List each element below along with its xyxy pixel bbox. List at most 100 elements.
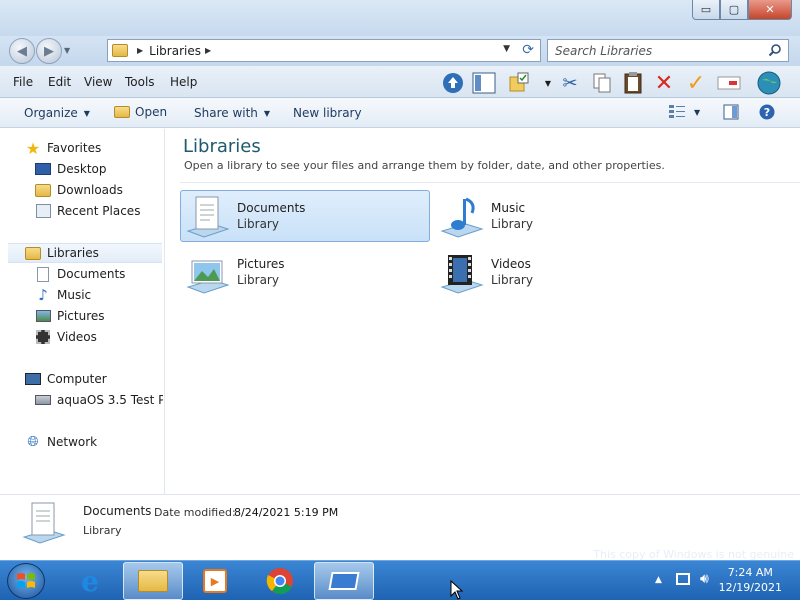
- sidebar-item-label: Documents: [57, 267, 126, 281]
- search-input[interactable]: Search Libraries: [547, 39, 789, 62]
- folder-options-dropdown-icon[interactable]: ▼: [536, 71, 560, 95]
- address-dropdown-icon[interactable]: ▼: [503, 44, 510, 54]
- open-button[interactable]: Open: [114, 105, 167, 119]
- sidebar-item-label: Videos: [57, 330, 97, 344]
- taskbar-internet-explorer[interactable]: e: [60, 562, 120, 600]
- rename-icon[interactable]: [717, 71, 741, 95]
- menu-help[interactable]: Help: [170, 75, 197, 89]
- sidebar-item-downloads[interactable]: Downloads: [35, 180, 123, 200]
- start-button[interactable]: [7, 563, 45, 599]
- drive-icon: [35, 392, 51, 408]
- computer-icon: [25, 371, 41, 387]
- sidebar-item-videos[interactable]: Videos: [35, 327, 97, 347]
- svg-text:?: ?: [764, 106, 770, 119]
- library-tile-music[interactable]: Music Library: [434, 190, 684, 242]
- library-type: Library: [237, 273, 279, 287]
- sidebar-item-label: Recent Places: [57, 204, 141, 218]
- show-hidden-icons[interactable]: ▲: [655, 575, 662, 585]
- new-library-label: New library: [293, 106, 362, 120]
- address-bar[interactable]: ▶ Libraries ▶ ▼ ⟳: [107, 39, 541, 62]
- sidebar-item-label: Computer: [47, 372, 107, 386]
- breadcrumb-libraries[interactable]: Libraries: [149, 44, 201, 58]
- menu-edit[interactable]: Edit: [48, 75, 71, 89]
- breadcrumb-chevron-icon[interactable]: ▶: [205, 46, 211, 55]
- search-placeholder: Search Libraries: [555, 43, 653, 58]
- properties-check-icon[interactable]: ✓: [684, 71, 708, 96]
- menu-file[interactable]: File: [13, 75, 33, 89]
- header-divider: [180, 182, 800, 183]
- downloads-folder-icon: [35, 182, 51, 198]
- media-player-icon: ▶: [203, 569, 227, 593]
- share-with-button[interactable]: Share with ▼: [194, 106, 270, 120]
- forward-arrow-icon: ▶: [44, 43, 54, 59]
- up-folder-icon[interactable]: [441, 71, 465, 95]
- minimize-button[interactable]: ▭: [692, 0, 720, 20]
- taskbar: e ▶ ▲ 🔊︎ 7:24 AM 12/19/2021: [0, 560, 800, 600]
- title-bar[interactable]: ▭ ▢ ✕: [0, 0, 800, 36]
- taskbar-remote-app[interactable]: [314, 562, 374, 600]
- library-name: Pictures: [237, 257, 285, 271]
- pictures-library-icon: [186, 260, 230, 294]
- recent-places-icon: [35, 203, 51, 219]
- sidebar-item-label: Network: [47, 435, 98, 449]
- open-folder-icon: [114, 106, 130, 118]
- copy-icon[interactable]: [590, 71, 614, 95]
- globe-icon[interactable]: [757, 71, 781, 95]
- sidebar-item-computer[interactable]: Computer: [25, 369, 107, 389]
- maximize-button[interactable]: ▢: [720, 0, 748, 20]
- window-controls: ▭ ▢ ✕: [692, 0, 792, 20]
- sidebar-item-music[interactable]: ♪ Music: [35, 285, 91, 305]
- library-tile-videos[interactable]: Videos Library: [434, 246, 684, 298]
- clock-date: 12/19/2021: [718, 581, 782, 594]
- back-button[interactable]: ◀: [9, 38, 35, 64]
- library-tile-pictures[interactable]: Pictures Library: [180, 246, 430, 298]
- paste-icon[interactable]: [621, 71, 645, 95]
- date-modified-value: 8/24/2021 5:19 PM: [234, 506, 339, 519]
- sidebar-item-documents[interactable]: Documents: [35, 264, 125, 284]
- cut-icon[interactable]: ✂: [558, 71, 582, 95]
- mouse-cursor-icon: [450, 580, 464, 600]
- chevron-down-icon: ▼: [83, 108, 90, 118]
- delete-icon[interactable]: ✕: [652, 71, 676, 96]
- forward-button[interactable]: ▶: [36, 38, 62, 64]
- organize-button[interactable]: Organize ▼: [24, 106, 90, 120]
- sidebar-item-desktop[interactable]: Desktop: [35, 159, 107, 179]
- taskbar-media-player[interactable]: ▶: [185, 562, 245, 600]
- search-icon[interactable]: [768, 43, 782, 57]
- videos-library-icon: [440, 255, 484, 294]
- new-library-button[interactable]: New library: [293, 106, 362, 120]
- menu-tools[interactable]: Tools: [125, 75, 155, 89]
- document-icon: [35, 266, 51, 282]
- menu-view[interactable]: View: [84, 75, 112, 89]
- sidebar-item-drive[interactable]: aquaOS 3.5 Test Preview: [35, 390, 163, 410]
- taskbar-chrome[interactable]: [250, 562, 310, 600]
- folder-options-icon[interactable]: [508, 71, 532, 95]
- recent-pages-dropdown[interactable]: ▼: [64, 46, 70, 55]
- sidebar-item-libraries[interactable]: Libraries: [8, 243, 162, 263]
- system-clock[interactable]: 7:24 AM 12/19/2021: [719, 565, 782, 595]
- sidebar-item-network[interactable]: 🌐︎ Network: [25, 432, 97, 452]
- library-tile-documents[interactable]: Documents Library: [180, 190, 430, 242]
- sidebar-item-label: Downloads: [57, 183, 123, 197]
- remote-app-icon: [328, 572, 360, 590]
- sidebar-item-favorites[interactable]: ★ Favorites: [25, 138, 101, 158]
- refresh-icon[interactable]: ⟳: [522, 42, 534, 58]
- taskbar-file-explorer[interactable]: [123, 562, 183, 600]
- preview-pane-button[interactable]: [723, 104, 739, 120]
- details-pane: Documents Library Date modified: 8/24/20…: [0, 494, 800, 550]
- sidebar-item-recent-places[interactable]: Recent Places: [35, 201, 140, 221]
- view-dropdown-icon[interactable]: ▼: [694, 108, 700, 117]
- change-view-button[interactable]: [668, 104, 686, 120]
- explorer-window: ▭ ▢ ✕ ◀ ▶ ▼ ▶ Libraries ▶ ▼ ⟳ Search Lib…: [0, 0, 800, 560]
- help-button[interactable]: ?: [759, 104, 775, 120]
- navigation-row: ◀ ▶ ▼ ▶ Libraries ▶ ▼ ⟳ Search Libraries: [0, 36, 800, 66]
- film-strip-icon: [35, 329, 51, 345]
- network-tray-icon[interactable]: [676, 573, 690, 585]
- close-button[interactable]: ✕: [748, 0, 792, 20]
- sidebar-item-label: Favorites: [47, 141, 102, 155]
- sidebar-item-pictures[interactable]: Pictures: [35, 306, 105, 326]
- preview-pane-icon[interactable]: [472, 71, 496, 95]
- page-title: Libraries: [183, 136, 261, 157]
- volume-icon[interactable]: 🔊︎: [700, 571, 709, 587]
- breadcrumb-separator-icon[interactable]: ▶: [137, 46, 143, 55]
